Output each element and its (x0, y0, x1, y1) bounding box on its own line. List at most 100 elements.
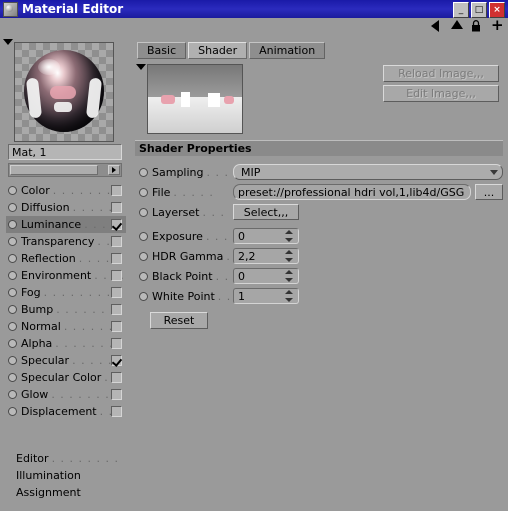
channel-row-color[interactable]: Color . . . . . . . . . . . . . . . . . … (6, 182, 126, 199)
channel-bullet-icon (8, 186, 17, 195)
app-icon (3, 1, 18, 17)
property-row-exposure: Exposure . . . 0 (139, 228, 503, 244)
channel-row-transparency[interactable]: Transparency . . . . . . . . . . . . . .… (6, 233, 126, 250)
channel-row-specular[interactable]: Specular . . . . . . . . . . . . . . . .… (6, 352, 126, 369)
channel-label: Normal (21, 320, 61, 333)
property-label: White Point (152, 289, 215, 303)
property-bullet-icon (139, 291, 148, 301)
shader-properties-header: Shader Properties (135, 140, 503, 156)
channel-row-reflection[interactable]: Reflection . . . . . . . . . . . . . . .… (6, 250, 126, 267)
scrollbar-right-arrow-icon[interactable] (108, 165, 120, 175)
exposure-stepper[interactable] (285, 230, 296, 242)
channel-row-environment[interactable]: Environment . . . . . . . . . . . . . . … (6, 267, 126, 284)
exposure-number-field[interactable]: 0 (233, 228, 299, 244)
channel-bullet-icon (8, 237, 17, 246)
plus-icon[interactable]: + (491, 18, 504, 33)
edit-image-label: Edit Image,,, (406, 87, 476, 100)
channel-checkbox[interactable] (111, 202, 122, 213)
channel-label: Diffusion (21, 201, 70, 214)
title-bar: Material Editor _ □ × (0, 0, 508, 18)
tab-basic[interactable]: Basic (137, 42, 187, 59)
channel-label: Bump (21, 303, 54, 316)
black-point-stepper[interactable] (285, 270, 296, 282)
channel-checkbox[interactable] (111, 253, 122, 264)
channel-checkbox[interactable] (111, 389, 122, 400)
channel-row-displacement[interactable]: Displacement . . . . . . . . . . . . . .… (6, 403, 126, 420)
material-name-field[interactable]: Mat, 1 (8, 144, 122, 160)
close-icon: × (493, 4, 501, 15)
channel-checkbox[interactable] (111, 372, 122, 383)
channel-row-alpha[interactable]: Alpha . . . . . . . . . . . . . . . . . … (6, 335, 126, 352)
channel-checkbox[interactable] (111, 406, 122, 417)
tab-animation[interactable]: Animation (249, 42, 326, 59)
maximize-button[interactable]: □ (471, 2, 487, 18)
horizontal-scrollbar[interactable] (8, 163, 122, 177)
minimize-button[interactable]: _ (453, 2, 469, 18)
window-title: Material Editor (22, 2, 124, 16)
property-bullet-icon (139, 167, 148, 177)
channel-row-luminance[interactable]: Luminance . . . . . . . . . . . . . . . … (6, 216, 126, 233)
layerset-select-button[interactable]: Select,,, (233, 204, 299, 220)
channel-row-fog[interactable]: Fog . . . . . . . . . . . . . . . . . . … (6, 284, 126, 301)
list-item-assignment[interactable]: Assignment (6, 484, 126, 501)
channel-label: Reflection (21, 252, 76, 265)
layerset-select-label: Select,,, (243, 205, 289, 219)
tab-shader[interactable]: Shader (188, 42, 248, 59)
channel-row-specular-color[interactable]: Specular Color . . . . . . . . . . . . .… (6, 369, 126, 386)
material-name-value: Mat, 1 (12, 145, 47, 159)
material-editor-window: Material Editor _ □ × + Mat, 1 Color . .… (0, 0, 508, 511)
channel-label: Luminance (21, 218, 82, 231)
file-path-value: preset://professional hdri vol,1,lib4d/G… (238, 185, 465, 199)
minimize-icon: _ (458, 4, 464, 15)
section-title: Shader Properties (139, 142, 252, 155)
channel-checkbox[interactable] (111, 304, 122, 315)
reload-image-button[interactable]: Reload Image,,, (383, 65, 499, 82)
hdr-gamma-number-field[interactable]: 2,2 (233, 248, 299, 264)
channel-checkbox[interactable] (111, 236, 122, 247)
white-point-stepper[interactable] (285, 290, 296, 302)
channel-row-glow[interactable]: Glow . . . . . . . . . . . . . . . . . .… (6, 386, 126, 403)
channel-checkbox[interactable] (111, 321, 122, 332)
list-item-illumination[interactable]: Illumination (6, 467, 126, 484)
channel-label: Specular Color (21, 371, 102, 384)
channel-label: Transparency (21, 235, 95, 248)
sampling-combo[interactable]: MIP (233, 164, 503, 180)
reset-button[interactable]: Reset (150, 312, 208, 329)
channel-checkbox[interactable] (111, 270, 122, 281)
channel-row-bump[interactable]: Bump . . . . . . . . . . . . . . . . . .… (6, 301, 126, 318)
exposure-value: 0 (238, 229, 245, 243)
file-browse-button[interactable]: ... (475, 184, 503, 200)
channel-panel: Mat, 1 Color . . . . . . . . . . . . . .… (0, 36, 130, 511)
channel-row-diffusion[interactable]: Diffusion . . . . . . . . . . . . . . . … (6, 199, 126, 216)
property-label: HDR Gamma (152, 249, 224, 263)
scrollbar-thumb[interactable] (10, 165, 98, 175)
channel-bullet-icon (8, 390, 17, 399)
tab-label: Animation (259, 44, 316, 57)
triangle-up-icon[interactable] (451, 20, 464, 33)
file-path-field[interactable]: preset://professional hdri vol,1,lib4d/G… (233, 184, 471, 200)
property-bullet-icon (139, 271, 148, 281)
channel-bullet-icon (8, 322, 17, 331)
thumbnail-chevron-down-icon[interactable] (136, 64, 147, 75)
edit-image-button[interactable]: Edit Image,,, (383, 85, 499, 102)
hdr-gamma-value: 2,2 (238, 249, 256, 263)
hdr-gamma-stepper[interactable] (285, 250, 296, 262)
material-preview[interactable] (14, 42, 114, 142)
channel-checkbox[interactable] (111, 219, 122, 230)
channel-checkbox[interactable] (111, 185, 122, 196)
channel-checkbox[interactable] (111, 338, 122, 349)
channel-checkbox[interactable] (111, 355, 122, 366)
shader-panel: Basic Shader Animation Reload Image,,, E… (131, 36, 508, 511)
tab-bar: Basic Shader Animation (137, 42, 326, 59)
channel-checkbox[interactable] (111, 287, 122, 298)
channel-label: Alpha (21, 337, 53, 350)
channel-row-normal[interactable]: Normal . . . . . . . . . . . . . . . . .… (6, 318, 126, 335)
property-label: Layerset (152, 205, 200, 219)
texture-thumbnail[interactable] (147, 64, 243, 134)
panel-menu-chevron-down-icon[interactable] (3, 39, 14, 50)
list-item-editor[interactable]: Editor . . . . . . . . . . . . . . . . .… (6, 450, 126, 467)
lock-icon[interactable] (471, 20, 484, 33)
black-point-number-field[interactable]: 0 (233, 268, 299, 284)
white-point-number-field[interactable]: 1 (233, 288, 299, 304)
triangle-left-icon[interactable] (431, 20, 444, 33)
